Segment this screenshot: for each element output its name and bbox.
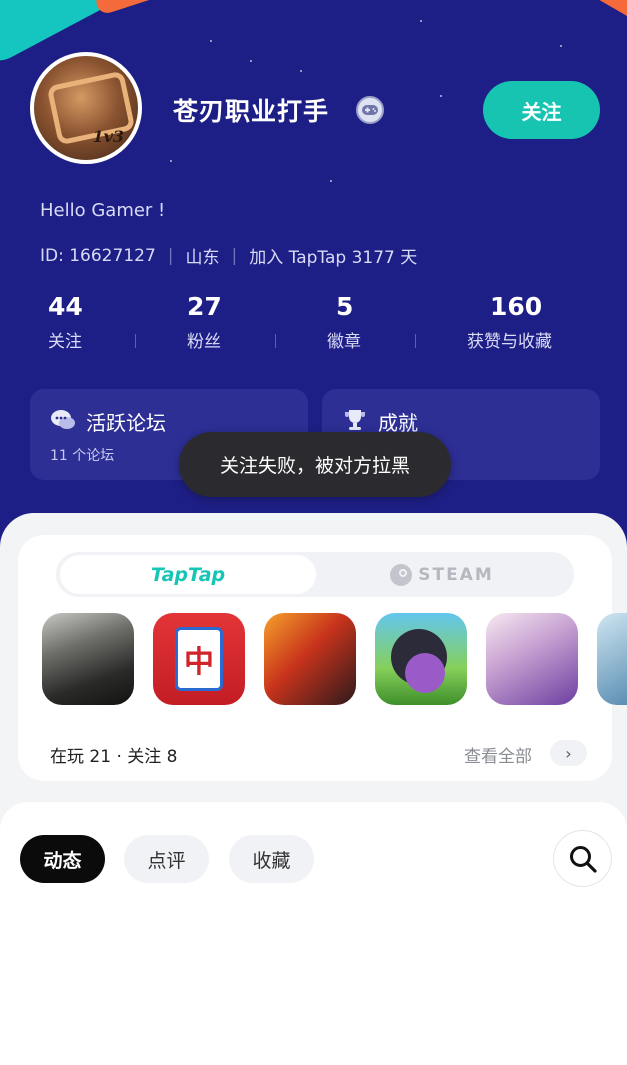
stat-value: 5 xyxy=(336,292,354,321)
chevron-right-icon[interactable]: › xyxy=(550,740,587,766)
search-icon xyxy=(570,846,597,873)
stat-divider xyxy=(275,334,276,348)
star xyxy=(250,60,252,62)
stat-divider xyxy=(415,334,416,348)
profile-meta: ID: 16627127 | 山东 | 加入 TapTap 3177 天 xyxy=(40,243,418,269)
follow-button[interactable]: 关注 xyxy=(483,81,600,139)
stats-row: 44 关注 27 粉丝 5 徽章 160 获赞与收藏 xyxy=(28,292,588,352)
chat-bubbles-icon xyxy=(51,410,75,429)
stat-following[interactable]: 44 关注 xyxy=(28,292,168,352)
tab-favorites[interactable]: 收藏 xyxy=(229,835,314,883)
game-icon-mahjong[interactable]: 中 xyxy=(153,613,245,705)
tab-steam-label: STEAM xyxy=(418,564,494,585)
search-button[interactable] xyxy=(553,830,612,887)
decorative-swoosh xyxy=(93,0,177,16)
stat-followers[interactable]: 27 粉丝 xyxy=(168,292,308,352)
games-summary: 在玩 21 · 关注 8 xyxy=(50,747,178,767)
tab-taptap[interactable]: TapTap xyxy=(60,555,316,594)
stat-value: 160 xyxy=(490,292,543,321)
stat-value: 27 xyxy=(187,292,222,321)
star xyxy=(330,180,332,182)
star xyxy=(420,20,422,22)
star xyxy=(560,45,562,47)
platform-tabs: TapTap STEAM xyxy=(56,552,574,597)
decorative-swoosh xyxy=(575,0,627,27)
trophy-icon xyxy=(345,410,365,430)
stat-label: 徽章 xyxy=(327,332,361,352)
steam-icon xyxy=(390,563,413,586)
tab-activity[interactable]: 动态 xyxy=(20,835,105,883)
toast-message: 关注失败，被对方拉黑 xyxy=(179,432,451,497)
stat-likes[interactable]: 160 获赞与收藏 xyxy=(448,292,588,352)
star xyxy=(440,95,442,97)
avatar[interactable]: 1v3 xyxy=(30,52,142,164)
stat-label: 粉丝 xyxy=(187,332,221,352)
meta-separator: | xyxy=(231,245,238,266)
username: 苍刃职业打手 xyxy=(173,97,330,126)
card-title: 活跃论坛 xyxy=(86,411,166,435)
game-icon-black-clover[interactable] xyxy=(264,613,356,705)
mahjong-tile: 中 xyxy=(175,627,223,691)
game-icon-partial[interactable] xyxy=(597,613,627,705)
tab-reviews[interactable]: 点评 xyxy=(124,835,209,883)
game-icon-dragon-warrior[interactable] xyxy=(42,613,134,705)
tab-steam[interactable]: STEAM xyxy=(314,555,570,594)
stat-label: 关注 xyxy=(48,332,82,352)
stat-value: 44 xyxy=(48,292,83,321)
game-icon-bomb-character[interactable] xyxy=(375,613,467,705)
avatar-tag: 1v3 xyxy=(92,127,124,146)
star xyxy=(210,40,212,42)
game-icon-anime-character[interactable] xyxy=(486,613,578,705)
card-subtitle: 11 个论坛 xyxy=(50,448,115,464)
user-location: 山东 xyxy=(185,248,220,268)
star xyxy=(300,70,302,72)
view-all-link[interactable]: 查看全部 xyxy=(464,742,532,767)
stat-label: 获赞与收藏 xyxy=(467,332,552,352)
joined-days: 加入 TapTap 3177 天 xyxy=(249,248,418,268)
stat-divider xyxy=(135,334,136,348)
star xyxy=(170,160,172,162)
stat-badges[interactable]: 5 徽章 xyxy=(308,292,448,352)
profile-greeting: Hello Gamer ! xyxy=(40,200,166,221)
gamepad-badge-icon[interactable] xyxy=(356,96,384,124)
meta-separator: | xyxy=(167,245,174,266)
monster-graphic xyxy=(405,653,445,693)
user-id: ID: 16627127 xyxy=(40,245,156,266)
